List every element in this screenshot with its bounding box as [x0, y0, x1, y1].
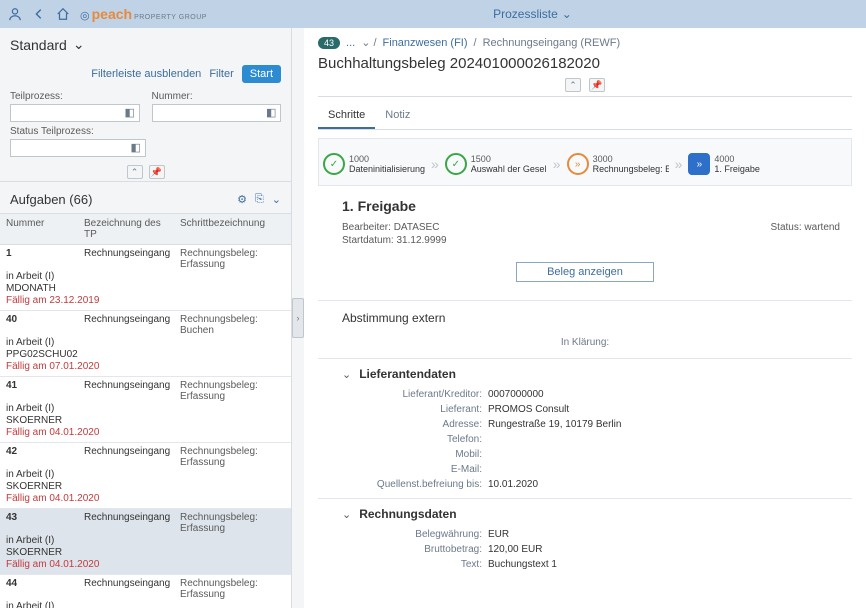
export-icon[interactable]: ⎘ — [255, 193, 264, 206]
hide-filterbar-link[interactable]: Filterleiste ausblenden — [91, 68, 201, 80]
show-beleg-button[interactable]: Beleg anzeigen — [516, 262, 654, 282]
kv-row: Belegwährung:EUR — [366, 527, 852, 542]
workflow-steps: ✓1000Dateninitialisierung » ✓1500Auswahl d… — [318, 138, 852, 186]
splitter: › — [292, 28, 304, 608]
tab-notiz[interactable]: Notiz — [375, 103, 420, 129]
kv-row: Bruttobetrag:120,00 EUR — [366, 542, 852, 557]
kv-row: Mobil: — [366, 447, 852, 462]
teilprozess-input[interactable] — [10, 104, 140, 122]
table-row[interactable]: 42RechnungseingangRechnungsbeleg:Erfassu… — [0, 443, 291, 509]
kv-row: Telefon: — [366, 432, 852, 447]
home-icon[interactable] — [56, 7, 70, 21]
pin-header-icon[interactable]: 📌 — [589, 78, 605, 92]
process-list-dropdown[interactable]: Prozessliste⌄ — [493, 7, 572, 21]
standard-dropdown[interactable]: Standard⌄ — [0, 28, 291, 61]
abstimmung-heading: Abstimmung extern — [318, 301, 852, 331]
collapse-header-icon[interactable]: ⌃ — [565, 78, 581, 92]
left-panel: Standard⌄ Filterleiste ausblenden Filter… — [0, 28, 292, 608]
topbar: ◎ peach PROPERTY GROUP Prozessliste⌄ — [0, 0, 866, 28]
chevron-down-icon: ⌄ — [342, 508, 351, 521]
status-label: Status Teilprozess: — [10, 126, 281, 137]
lieferanten-section[interactable]: ⌄ Lieferantendaten — [318, 358, 852, 387]
chevron-right-icon: » — [431, 156, 439, 172]
table-row[interactable]: 1RechnungseingangRechnungsbeleg:Erfassun… — [0, 245, 291, 311]
task-table-header: Nummer Bezeichnung des TP Schrittbezeich… — [0, 213, 291, 245]
kv-row: Adresse:Rungestraße 19, 10179 Berlin — [366, 417, 852, 432]
tasks-title: Aufgaben (66) — [10, 192, 92, 207]
valuehelp-icon[interactable]: ◧ — [125, 106, 137, 118]
kv-row: Lieferant:PROMOS Consult — [366, 402, 852, 417]
workflow-step[interactable]: ✓1000Dateninitialisierung — [323, 153, 425, 175]
chevron-right-icon: » — [675, 156, 683, 172]
crumb-dots[interactable]: ... — [346, 37, 355, 49]
crumb-fin[interactable]: Finanzwesen (FI) — [383, 37, 468, 49]
nummer-label: Nummer: — [152, 91, 282, 102]
page-title: Buchhaltungsbeleg 202401000026182020 — [318, 49, 852, 74]
chevron-down-icon: ⌄ — [342, 368, 351, 381]
nummer-input[interactable] — [152, 104, 282, 122]
kv-row: Text:Buchungstext 1 — [366, 557, 852, 572]
workflow-step[interactable]: »40001. Freigabe — [688, 153, 760, 175]
collapse-filter-icon[interactable]: ⌃ — [127, 165, 143, 179]
count-badge: 43 — [318, 37, 340, 49]
breadcrumb: 43 ... ⌄ / Finanzwesen (FI) / Rechnungse… — [318, 36, 852, 49]
valuehelp-icon[interactable]: ◧ — [266, 106, 278, 118]
table-row[interactable]: 44RechnungseingangRechnungsbeleg:Erfassu… — [0, 575, 291, 608]
table-row[interactable]: 40RechnungseingangRechnungsbeleg:Bucheni… — [0, 311, 291, 377]
detail-panel: 43 ... ⌄ / Finanzwesen (FI) / Rechnungse… — [304, 28, 866, 608]
expand-panel-button[interactable]: › — [292, 298, 304, 338]
step-heading: 1. Freigabe — [318, 186, 852, 222]
filter-link[interactable]: Filter — [209, 68, 233, 80]
tab-schritte[interactable]: Schritte — [318, 103, 375, 129]
workflow-step[interactable]: ✓1500Auswahl der Gesell... — [445, 153, 547, 175]
kv-row: Quellenst.befreiung bis:10.01.2020 — [366, 477, 852, 492]
brand-logo: ◎ peach PROPERTY GROUP — [80, 6, 207, 22]
kv-row: Lieferant/Kreditor:0007000000 — [366, 387, 852, 402]
valuehelp-icon[interactable]: ◧ — [131, 141, 143, 153]
chevron-right-icon: » — [553, 156, 561, 172]
gear-icon[interactable]: ⚙ — [237, 193, 247, 206]
more-icon[interactable]: ⌄ — [272, 193, 281, 206]
rechnungs-section[interactable]: ⌄ Rechnungsdaten — [318, 498, 852, 527]
pin-filter-icon[interactable]: 📌 — [149, 165, 165, 179]
inklaerung-label: In Klärung: — [318, 331, 852, 358]
crumb-last: Rechnungseingang (REWF) — [483, 37, 621, 49]
user-icon[interactable] — [8, 7, 22, 21]
status-input[interactable] — [10, 139, 146, 157]
table-row[interactable]: 41RechnungseingangRechnungsbeleg:Erfassu… — [0, 377, 291, 443]
teilprozess-label: Teilprozess: — [10, 91, 140, 102]
kv-row: E-Mail: — [366, 462, 852, 477]
workflow-step[interactable]: »3000Rechnungsbeleg: E... — [567, 153, 669, 175]
back-icon[interactable] — [32, 7, 46, 21]
table-row[interactable]: 43RechnungseingangRechnungsbeleg:Erfassu… — [0, 509, 291, 575]
start-button[interactable]: Start — [242, 65, 281, 83]
